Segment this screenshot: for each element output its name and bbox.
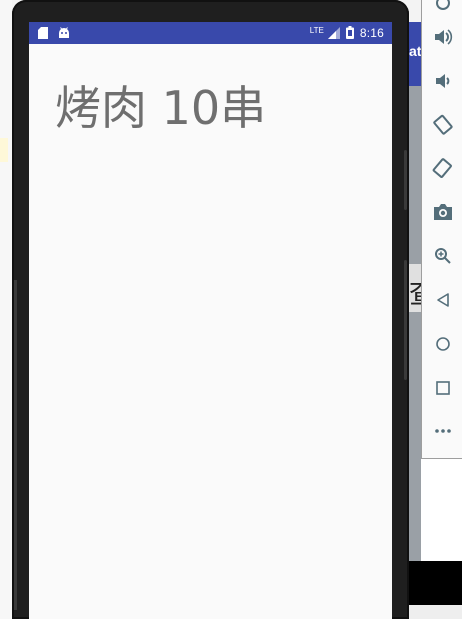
battery-icon bbox=[345, 24, 354, 43]
home-icon[interactable] bbox=[422, 327, 462, 361]
order-text: 烤肉 10串 bbox=[55, 81, 267, 135]
background-window-title: at bbox=[409, 43, 421, 59]
status-time: 8:16 bbox=[359, 26, 384, 40]
background-window-body bbox=[409, 86, 421, 561]
background-window-button-label: 查 bbox=[409, 272, 421, 312]
zoom-in-icon[interactable] bbox=[422, 239, 462, 273]
device-edge-left bbox=[14, 280, 17, 610]
toolbar-button-partial[interactable] bbox=[422, 0, 462, 20]
overview-icon[interactable] bbox=[422, 371, 462, 405]
background-window-panel bbox=[421, 458, 462, 561]
rotate-left-icon[interactable] bbox=[422, 107, 462, 141]
emulator-toolbar bbox=[421, 0, 462, 459]
background-window-button[interactable]: 查 bbox=[409, 264, 421, 312]
status-bar: LTE 8:16 bbox=[29, 22, 392, 44]
signal-icon bbox=[327, 24, 340, 43]
volume-up-icon[interactable] bbox=[422, 20, 462, 54]
volume-down-icon[interactable] bbox=[422, 64, 462, 98]
camera-icon[interactable] bbox=[422, 195, 462, 229]
network-type-label: LTE bbox=[309, 25, 324, 35]
desktop-background bbox=[0, 0, 12, 619]
desktop-highlight bbox=[0, 138, 8, 162]
back-icon[interactable] bbox=[422, 283, 462, 317]
device-screen: LTE 8:16 烤肉 10串 bbox=[29, 22, 392, 619]
taskbar-edge bbox=[409, 605, 462, 619]
taskbar bbox=[409, 561, 462, 605]
device-volume-rocker[interactable] bbox=[404, 260, 407, 380]
android-icon bbox=[58, 24, 70, 43]
sd-card-icon bbox=[38, 24, 48, 43]
device-power-button[interactable] bbox=[404, 150, 407, 210]
rotate-right-icon[interactable] bbox=[422, 151, 462, 185]
more-icon[interactable] bbox=[422, 414, 462, 448]
